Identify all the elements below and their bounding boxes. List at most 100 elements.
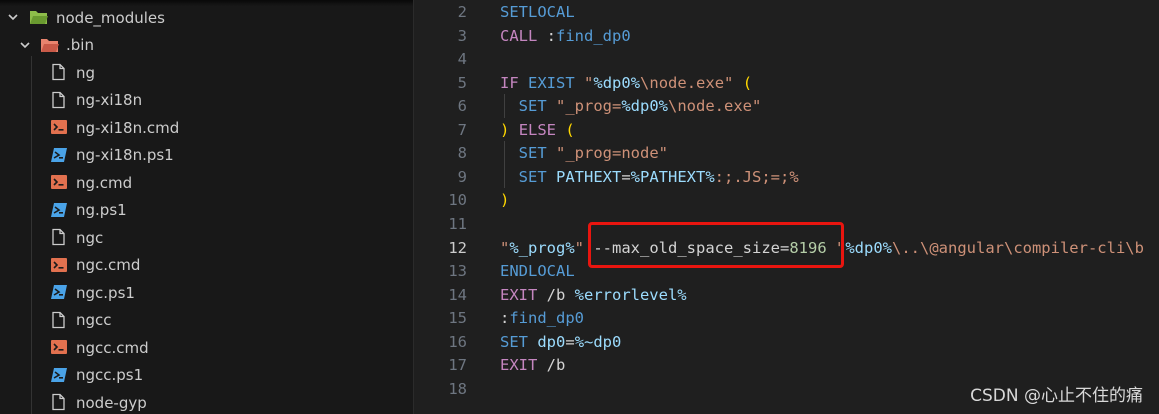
tree-item-label: ng.ps1 (76, 201, 127, 219)
terminal-file-icon (50, 118, 68, 136)
code-token: SET (518, 167, 547, 186)
line-number: 17 (448, 356, 467, 375)
code-line[interactable]: 2 SETLOCAL (414, 0, 1159, 24)
code-token: /b (537, 356, 566, 375)
tree-item-label: ng-xi18n.cmd (76, 118, 180, 137)
code-token: \node.exe" (640, 73, 734, 92)
tree-item[interactable]: ngc (0, 224, 413, 251)
file-icon (50, 228, 68, 246)
line-number: 11 (448, 214, 467, 233)
chevron-down-icon[interactable] (18, 38, 32, 52)
tree-item[interactable]: ng (0, 59, 413, 86)
tree-item-label: ngcc.cmd (76, 338, 149, 357)
powershell-file-icon (50, 283, 68, 301)
tree-item[interactable]: ng-xi18n.cmd (0, 114, 413, 141)
code-token: SET (500, 332, 528, 351)
code-token: "_prog= (546, 97, 622, 116)
line-number: 2 (457, 3, 467, 21)
code-line[interactable]: 4 (414, 47, 1159, 71)
line-number: 14 (448, 285, 467, 304)
code-token: ) (500, 120, 510, 139)
code-token: SET (518, 97, 547, 116)
code-token: ENDLOCAL (500, 262, 575, 281)
code-token: %dp0% (621, 97, 668, 116)
tree-item[interactable]: node-gyp (0, 389, 413, 414)
code-token: : (500, 309, 510, 328)
code-line[interactable]: 16 SET dp0=%~dp0 (414, 330, 1159, 354)
code-token: find_dp0 (556, 26, 631, 45)
tree-item[interactable]: ng-xi18n (0, 87, 413, 114)
tree-item[interactable]: ng.ps1 (0, 197, 413, 224)
code-editor[interactable]: 2 SETLOCAL 3 CALL :find_dp0 4 5 IF EXIST "%dp0… (414, 0, 1159, 414)
code-line[interactable]: 3 CALL :find_dp0 (414, 24, 1159, 48)
terminal-file-icon (50, 173, 68, 191)
code-token: " (574, 238, 585, 257)
code-text: ) (500, 188, 509, 212)
tree-item[interactable]: ng.cmd (0, 169, 413, 196)
explorer-sidebar: node_modules .bin ng ng-xi18n ng-xi18n.cmd ng… (0, 0, 414, 414)
tree-item-label: ngc.ps1 (76, 283, 135, 302)
code-token: \node.exe" (668, 97, 762, 116)
code-token: SETLOCAL (500, 3, 575, 21)
code-token: %errorlevel% (574, 285, 687, 304)
tree-item[interactable]: ngc.ps1 (0, 279, 413, 306)
code-token: ELSE (518, 120, 557, 139)
code-token: " (584, 73, 594, 92)
code-text: SET dp0=%~dp0 (500, 330, 621, 354)
chevron-down-icon[interactable] (6, 10, 20, 24)
code-line[interactable]: 9 SET PATHEXT=%PATHEXT%:;.JS;=;% (414, 165, 1159, 189)
code-line[interactable]: 14 EXIT /b %errorlevel% (414, 283, 1159, 307)
code-text: CALL :find_dp0 (500, 24, 631, 48)
code-token: %dp0% (845, 238, 892, 257)
code-line[interactable]: 5 IF EXIST "%dp0%\node.exe" ( (414, 71, 1159, 95)
line-number: 4 (457, 50, 467, 69)
code-line[interactable]: 15:find_dp0 (414, 306, 1159, 330)
tree-item[interactable]: ngcc.cmd (0, 334, 413, 361)
indent-guide (504, 141, 505, 189)
code-line[interactable]: 6 SET "_prog=%dp0%\node.exe" (414, 94, 1159, 118)
tree-item[interactable]: node_modules (0, 4, 413, 31)
code-line[interactable]: 17 EXIT /b (414, 353, 1159, 377)
code-token: dp0 (537, 332, 566, 351)
code-line[interactable]: 8 SET "_prog=node" (414, 141, 1159, 165)
code-text: SET "_prog=%dp0%\node.exe" (500, 94, 762, 118)
code-line[interactable]: 10) (414, 188, 1159, 212)
code-token: %PATHEXT% (630, 167, 715, 186)
line-number: 18 (448, 379, 467, 398)
tree-item[interactable]: .bin (0, 32, 413, 59)
file-icon (50, 393, 68, 411)
tree-item[interactable]: ngcc.ps1 (0, 362, 413, 389)
line-number: 12 (448, 238, 467, 257)
tree-item[interactable]: ngc.cmd (0, 252, 413, 279)
code-token: IF (500, 73, 519, 92)
code-token: EXIT (500, 356, 538, 375)
highlight-annotation-box (588, 222, 844, 268)
tree-item-label: ngcc.ps1 (76, 366, 144, 384)
code-token: " (500, 238, 510, 257)
tree-item-label: .bin (66, 36, 94, 54)
line-number: 10 (448, 191, 467, 210)
folder-open-icon (29, 8, 48, 26)
tree-item-label: ngcc (76, 311, 112, 329)
code-text: IF EXIST "%dp0%\node.exe" ( (500, 71, 752, 95)
code-text: SET "_prog=node" (500, 141, 668, 165)
code-line[interactable]: 7) ELSE ( (414, 118, 1159, 142)
code-text: :find_dp0 (500, 306, 584, 330)
code-token: ( (742, 73, 753, 92)
indent-guide (504, 94, 505, 118)
code-token: EXIST (528, 73, 575, 92)
code-token: = (621, 167, 631, 186)
code-token: :;.JS;=;% (714, 167, 799, 186)
code-token: SET (518, 144, 547, 163)
tree-item[interactable]: ngcc (0, 307, 413, 334)
line-number: 3 (457, 26, 467, 45)
tree-item[interactable]: ng-xi18n.ps1 (0, 142, 413, 169)
code-token: %~dp0 (574, 332, 622, 351)
